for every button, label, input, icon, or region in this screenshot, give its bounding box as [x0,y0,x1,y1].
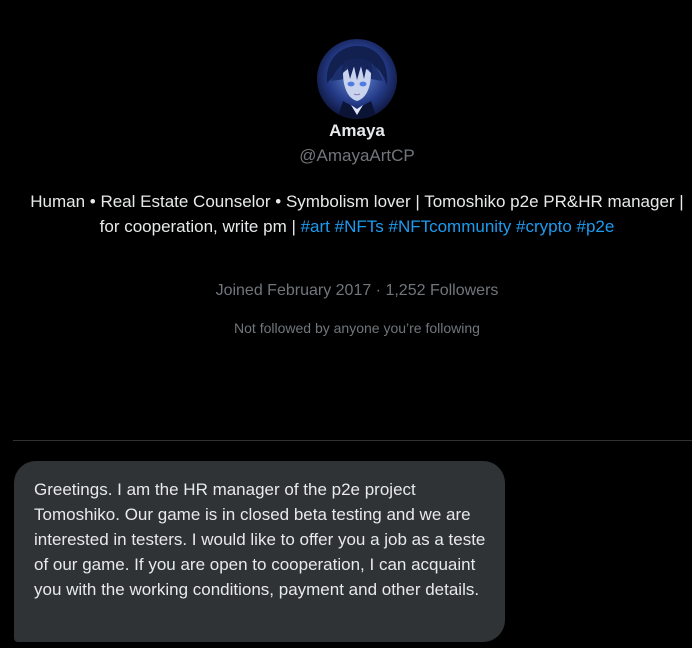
meta-separator: · [371,282,386,299]
followers-count[interactable]: 1,252 Followers [385,282,498,299]
hashtag-link[interactable]: #NFTs [335,217,384,236]
hashtag-link[interactable]: #crypto [516,217,572,236]
avatar[interactable] [317,39,397,119]
hashtag-link[interactable]: #NFTcommunity [388,217,511,236]
divider [13,440,692,441]
joined-date: Joined February 2017 [215,282,372,299]
display-name[interactable]: Amaya [0,121,692,141]
message-text: Greetings. I am the HR manager of the p2… [34,480,486,599]
hashtag-link[interactable]: #art [301,217,330,236]
message-bubble[interactable]: Greetings. I am the HR manager of the p2… [14,461,505,642]
profile-meta: Joined February 2017 · 1,252 Followers [0,282,692,300]
hashtag-link[interactable]: #p2e [577,217,615,236]
mutual-followers-note: Not followed by anyone you’re following [234,320,480,336]
avatar-image [317,39,397,119]
profile-bio: Human • Real Estate Counselor • Symbolis… [30,189,684,239]
user-handle: @AmayaArtCP [299,146,415,165]
